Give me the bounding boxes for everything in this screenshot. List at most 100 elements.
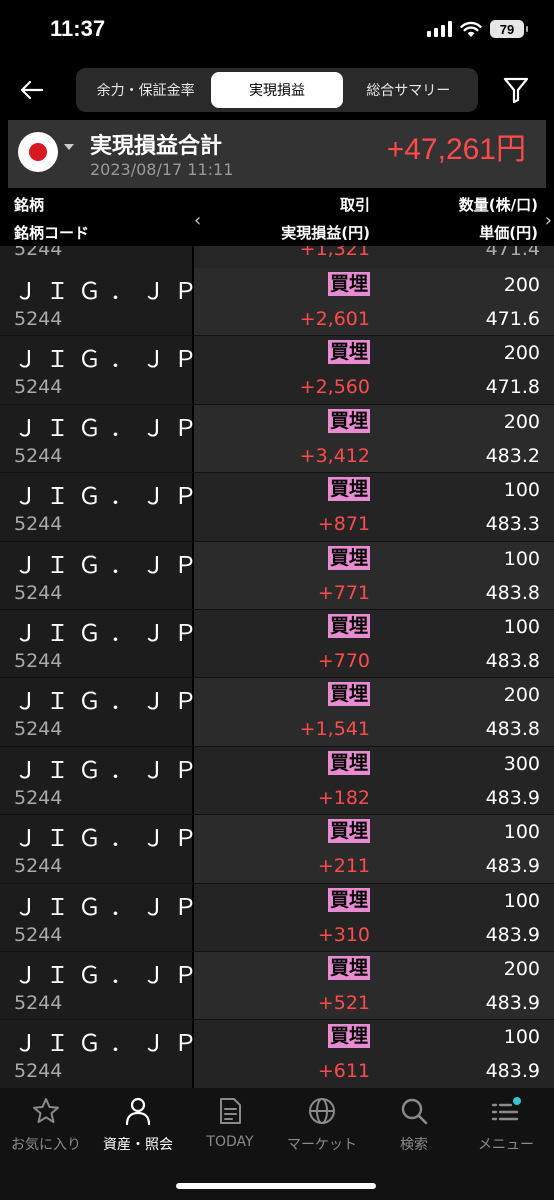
row-stock-code: 5244	[14, 649, 63, 672]
table-row[interactable]: ＪＩＧ．ＪＰ 5244 買埋 +521 200 483.9	[0, 951, 554, 1021]
table-row[interactable]: ＪＩＧ．ＪＰ 5244 買埋 +310 100 483.9	[0, 883, 554, 952]
row-stock-name: ＪＩＧ．ＪＰ	[14, 484, 206, 511]
trade-type-badge: 買埋	[327, 682, 370, 707]
filter-icon	[503, 77, 529, 104]
chevron-down-icon[interactable]	[64, 144, 74, 150]
row-stock-name: ＪＩＧ．ＪＰ	[14, 689, 206, 716]
table-row[interactable]: ＪＩＧ．ＪＰ 5244 買埋 +2,560 200 471.8	[0, 336, 554, 405]
nav-label: 検索	[400, 1137, 428, 1153]
row-stock-name: ＪＩＧ．ＪＰ	[14, 347, 206, 374]
trade-list[interactable]: 5244 +1,321 471.4 ＪＩＧ．ＪＰ 5244 買埋 +2,601 200 4…	[0, 246, 554, 1088]
nav-favorites[interactable]: お気に入り	[0, 1096, 92, 1156]
header-name: 銘柄	[14, 196, 45, 214]
star-icon	[33, 1098, 59, 1123]
nav-assets[interactable]: 資産・照会	[92, 1096, 184, 1156]
wifi-icon	[460, 21, 482, 37]
row-stock-code: 5244	[14, 718, 63, 741]
row-unit-price: 483.8	[485, 649, 540, 672]
table-row[interactable]: ＪＩＧ．ＪＰ 5244 買埋 +182 300 483.9	[0, 746, 554, 816]
table-row[interactable]: ＪＩＧ．ＪＰ 5244 買埋 +2,601 200 471.6	[0, 268, 554, 337]
row-realized-pl: +871	[317, 513, 370, 536]
row-stock-code: 5244	[14, 513, 63, 536]
menu-icon	[491, 1097, 521, 1121]
row-stock-name: ＪＩＧ．ＪＰ	[14, 620, 206, 647]
nav-bar: 余力・保証金率 実現損益 総合サマリー	[0, 62, 554, 118]
header-trade: 取引	[339, 196, 370, 214]
nav-label: マーケット	[287, 1137, 357, 1153]
row-price: 471.4	[485, 246, 540, 260]
trade-type-badge: 買埋	[327, 819, 370, 844]
row-realized-pl: +2,601	[299, 308, 370, 330]
summary-date: 2023/08/17 11:11	[90, 160, 234, 179]
row-stock-name: ＪＩＧ．ＪＰ	[14, 415, 206, 442]
chevron-right-icon[interactable]: ›	[545, 210, 552, 231]
row-quantity: 100	[503, 1026, 540, 1049]
row-realized-pl: +182	[317, 786, 370, 809]
row-stock-name: ＪＩＧ．ＪＰ	[14, 826, 206, 853]
row-quantity: 200	[503, 410, 540, 433]
row-quantity: 200	[503, 274, 540, 296]
trade-type-badge: 買埋	[327, 408, 370, 433]
person-icon	[125, 1097, 151, 1126]
table-row[interactable]: ＪＩＧ．ＪＰ 5244 買埋 +871 100 483.3	[0, 473, 554, 542]
row-quantity: 100	[503, 479, 540, 502]
nav-today[interactable]: TODAY	[184, 1096, 276, 1156]
table-row[interactable]: ＪＩＧ．ＪＰ 5244 買埋 +770 100 483.8	[0, 609, 554, 679]
row-stock-code: 5244	[14, 308, 63, 330]
nav-menu[interactable]: メニュー	[460, 1096, 552, 1156]
table-row[interactable]: ＪＩＧ．ＪＰ 5244 買埋 +3,412 200 483.2	[0, 404, 554, 474]
row-unit-price: 483.2	[485, 444, 540, 467]
back-arrow-icon	[20, 80, 44, 100]
home-indicator[interactable]	[176, 1183, 376, 1189]
row-stock-code: 5244	[14, 991, 63, 1014]
nav-search[interactable]: 検索	[368, 1096, 460, 1156]
summary-title: 実現損益合計	[90, 134, 223, 159]
nav-market[interactable]: マーケット	[276, 1096, 368, 1156]
partial-row: 5244 +1,321 471.4	[0, 246, 554, 268]
table-row[interactable]: ＪＩＧ．ＪＰ 5244 買埋 +771 100 483.8	[0, 541, 554, 610]
row-stock-name: ＪＩＧ．ＪＰ	[14, 962, 206, 989]
document-icon	[220, 1098, 241, 1124]
nav-label: 資産・照会	[103, 1137, 173, 1153]
table-row[interactable]: ＪＩＧ．ＪＰ 5244 買埋 +611 100 483.9	[0, 1020, 554, 1088]
cellular-signal-icon	[427, 21, 452, 37]
trade-type-badge: 買埋	[327, 613, 370, 638]
row-realized-pl: +770	[317, 649, 370, 672]
back-button[interactable]	[14, 72, 50, 108]
segmented-tabs: 余力・保証金率 実現損益 総合サマリー	[76, 68, 478, 112]
header-qty: 数量(株/口)	[458, 196, 538, 214]
row-realized-pl: +1,541	[299, 718, 370, 741]
row-stock-code: 5244	[14, 376, 63, 399]
row-quantity: 200	[503, 684, 540, 707]
row-unit-price: 483.9	[485, 1060, 540, 1083]
row-quantity: 200	[503, 342, 540, 365]
trade-type-badge: 買埋	[327, 545, 370, 570]
row-stock-code: 5244	[14, 786, 63, 809]
row-stock-code: 5244	[14, 923, 63, 946]
row-quantity: 200	[503, 957, 540, 980]
japan-flag-icon[interactable]	[18, 132, 58, 172]
trade-type-badge: 買埋	[327, 477, 370, 502]
chevron-left-icon[interactable]: ‹	[194, 210, 201, 231]
status-bar: 11:37 79	[0, 0, 554, 62]
summary-total: +47,261円	[386, 133, 526, 166]
table-row[interactable]: ＪＩＧ．ＪＰ 5244 買埋 +211 100 483.9	[0, 815, 554, 884]
column-header: 銘柄 銘柄コード ‹ 取引 実現損益(円) 数量(株/口) 単価(円) ›	[0, 190, 554, 246]
row-realized-pl: +611	[317, 1060, 370, 1083]
row-quantity: 300	[503, 752, 540, 775]
row-pl: +1,321	[299, 246, 370, 260]
filter-button[interactable]	[498, 72, 534, 108]
row-quantity: 100	[503, 547, 540, 570]
tab-summary[interactable]: 総合サマリー	[343, 72, 474, 108]
table-row[interactable]: ＪＩＧ．ＪＰ 5244 買埋 +1,541 200 483.8	[0, 678, 554, 747]
summary-panel: 実現損益合計 2023/08/17 11:11 +47,261円	[8, 120, 546, 188]
header-price: 単価(円)	[479, 224, 538, 242]
row-stock-code: 5244	[14, 444, 63, 467]
tab-margin[interactable]: 余力・保証金率	[80, 72, 211, 108]
row-stock-name: ＪＩＧ．ＪＰ	[14, 279, 206, 305]
tab-realized-pl[interactable]: 実現損益	[211, 72, 343, 108]
row-unit-price: 471.8	[485, 376, 540, 399]
search-icon	[401, 1098, 428, 1125]
status-time: 11:37	[50, 16, 106, 41]
row-unit-price: 483.9	[485, 786, 540, 809]
